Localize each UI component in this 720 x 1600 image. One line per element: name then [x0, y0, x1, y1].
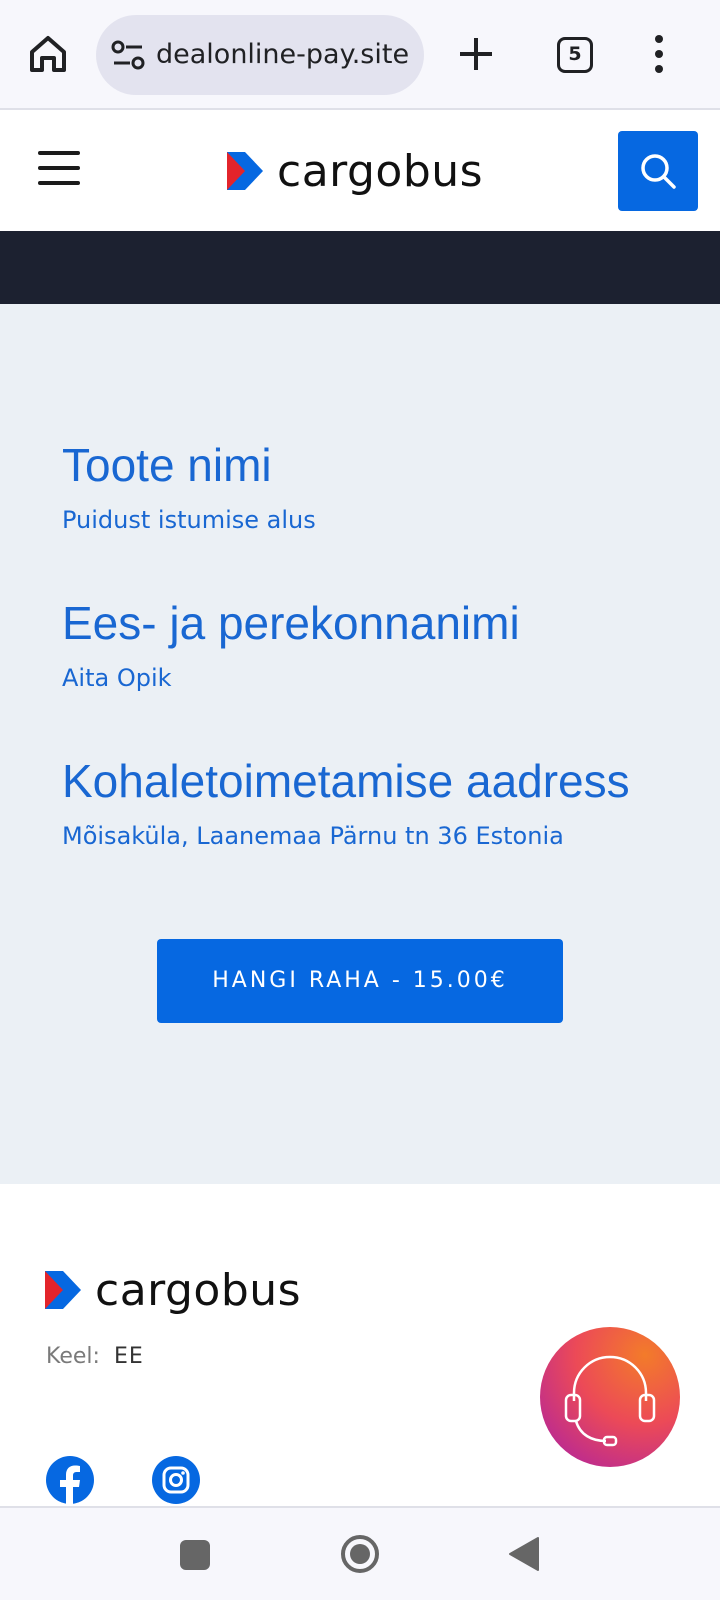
instagram-link[interactable]	[152, 1456, 200, 1504]
delivery-address-field: Kohaletoimetamise aadress Mõisaküla, Laa…	[62, 754, 630, 850]
hamburger-icon[interactable]	[38, 151, 80, 187]
tab-switcher-icon[interactable]: 5	[557, 37, 593, 73]
browser-toolbar: dealonline-pay.site 5	[0, 0, 720, 110]
field-label: Kohaletoimetamise aadress	[62, 755, 630, 807]
nav-band	[0, 231, 720, 304]
field-label: Ees- ja perekonnanimi	[62, 597, 520, 649]
site-settings-icon[interactable]	[110, 39, 146, 71]
search-button[interactable]	[618, 131, 698, 211]
brand-logo[interactable]: cargobus	[227, 141, 483, 201]
field-value: Aita Opik	[62, 664, 172, 692]
language-value: EE	[113, 1344, 144, 1369]
url-bar[interactable]: dealonline-pay.site	[96, 15, 424, 95]
home-circle-icon[interactable]	[340, 1534, 380, 1574]
recents-icon[interactable]	[180, 1540, 210, 1570]
field-value: Mõisaküla, Laanemaa Pärnu tn 36 Estonia	[62, 822, 564, 850]
facebook-link[interactable]	[46, 1456, 94, 1504]
order-details: Toote nimi Puidust istumise alus Ees- ja…	[0, 304, 720, 1184]
language-label: Keel:	[46, 1344, 100, 1369]
headset-icon	[564, 1355, 656, 1447]
support-chat-button[interactable]	[540, 1327, 680, 1467]
product-name-field: Toote nimi Puidust istumise alus	[62, 438, 316, 534]
full-name-field: Ees- ja perekonnanimi Aita Opik	[62, 596, 520, 692]
get-money-button[interactable]: HANGI RAHA - 15.00€	[157, 939, 563, 1023]
brand-name: cargobus	[277, 145, 484, 197]
url-text: dealonline-pay.site	[156, 39, 410, 70]
search-icon	[641, 154, 676, 189]
instagram-icon	[162, 1466, 190, 1494]
field-label: Toote nimi	[62, 439, 272, 491]
language-selector[interactable]: Keel: EE	[46, 1344, 144, 1369]
logo-mark-icon	[227, 152, 263, 190]
field-value: Puidust istumise alus	[62, 506, 316, 534]
logo-mark-icon	[45, 1271, 81, 1309]
plus-icon[interactable]	[454, 32, 498, 76]
brand-name: cargobus	[95, 1264, 302, 1316]
footer-brand-logo[interactable]: cargobus	[45, 1260, 301, 1320]
back-icon[interactable]	[508, 1536, 540, 1572]
site-header: cargobus	[0, 111, 720, 231]
facebook-icon	[60, 1465, 80, 1504]
home-icon[interactable]	[24, 30, 72, 78]
system-nav-bar	[0, 1506, 720, 1600]
more-vert-icon[interactable]	[652, 34, 666, 74]
